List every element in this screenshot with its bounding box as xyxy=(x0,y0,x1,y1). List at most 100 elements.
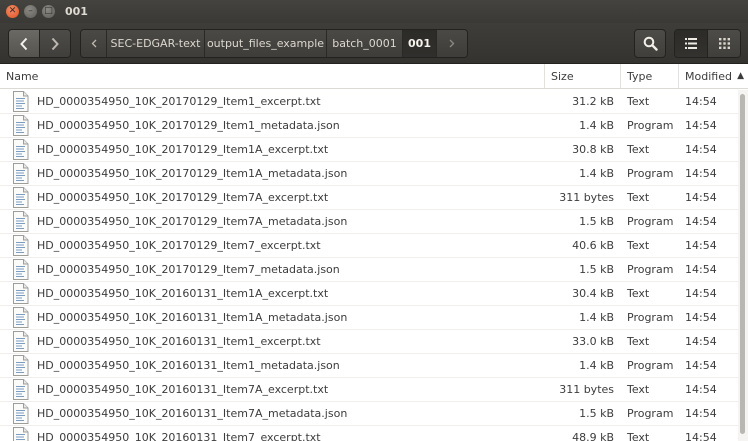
list-view-button[interactable] xyxy=(675,30,708,57)
navigation-buttons xyxy=(8,29,71,58)
file-size: 1.4 kB xyxy=(579,359,614,372)
file-name-cell: HD_0000354950_10K_20160131_Item7_excerpt… xyxy=(0,427,545,441)
path-segment-current-001[interactable]: 001 xyxy=(403,30,437,57)
chevron-right-icon xyxy=(449,39,455,48)
path-scroll-right-button[interactable] xyxy=(437,30,467,57)
close-window-button[interactable]: ✕ xyxy=(6,5,19,18)
file-size: 311 bytes xyxy=(559,383,614,396)
file-size: 1.4 kB xyxy=(579,311,614,324)
column-header-type[interactable]: Type xyxy=(621,64,679,88)
file-name-cell: HD_0000354950_10K_20160131_Item7A_metada… xyxy=(0,403,545,424)
file-modified: 14:54 xyxy=(685,287,717,300)
path-segment-batch-0001[interactable]: batch_0001 xyxy=(327,30,403,57)
file-row[interactable]: HD_0000354950_10K_20170129_Item7_metadat… xyxy=(0,258,738,282)
file-size: 1.4 kB xyxy=(579,167,614,180)
document-icon xyxy=(13,355,29,376)
file-name-cell: HD_0000354950_10K_20170129_Item7A_metada… xyxy=(0,211,545,232)
file-name: HD_0000354950_10K_20160131_Item1A_excerp… xyxy=(37,287,329,300)
file-size: 1.4 kB xyxy=(579,119,614,132)
file-name: HD_0000354950_10K_20170129_Item7_excerpt… xyxy=(37,239,321,252)
file-row[interactable]: HD_0000354950_10K_20160131_Item7A_excerp… xyxy=(0,378,738,402)
file-type: Program xyxy=(627,407,674,420)
file-row[interactable]: HD_0000354950_10K_20170129_Item1_excerpt… xyxy=(0,90,738,114)
forward-button[interactable] xyxy=(40,30,70,57)
file-row[interactable]: HD_0000354950_10K_20170129_Item7_excerpt… xyxy=(0,234,738,258)
document-icon xyxy=(13,283,29,304)
file-type: Text xyxy=(627,287,650,300)
list-view-icon xyxy=(685,38,697,49)
path-scroll-left-button[interactable] xyxy=(81,30,107,57)
maximize-window-button[interactable]: □ xyxy=(42,5,55,18)
maximize-icon: □ xyxy=(44,6,53,16)
file-type: Program xyxy=(627,263,674,276)
file-name: HD_0000354950_10K_20160131_Item1_excerpt… xyxy=(37,335,321,348)
file-size: 1.5 kB xyxy=(579,407,614,420)
search-icon xyxy=(643,36,658,51)
path-segment-sec-edgar-text[interactable]: SEC-EDGAR-text xyxy=(107,30,205,57)
file-modified: 14:54 xyxy=(685,335,717,348)
back-button[interactable] xyxy=(9,30,40,57)
chevron-left-icon xyxy=(20,37,28,50)
document-icon xyxy=(13,259,29,280)
column-header-name[interactable]: Name xyxy=(0,64,545,88)
file-type: Program xyxy=(627,215,674,228)
file-type: Text xyxy=(627,383,650,396)
file-modified: 14:54 xyxy=(685,215,717,228)
file-name: HD_0000354950_10K_20170129_Item7A_metada… xyxy=(37,215,348,228)
file-modified: 14:54 xyxy=(685,239,717,252)
grid-view-button[interactable] xyxy=(708,30,740,57)
document-icon xyxy=(13,331,29,352)
file-row[interactable]: HD_0000354950_10K_20160131_Item7_excerpt… xyxy=(0,426,738,441)
file-name: HD_0000354950_10K_20160131_Item1A_metada… xyxy=(37,311,348,324)
file-name: HD_0000354950_10K_20160131_Item7A_excerp… xyxy=(37,383,329,396)
file-size: 30.8 kB xyxy=(572,143,614,156)
chevron-left-icon xyxy=(91,39,96,48)
file-modified: 14:54 xyxy=(685,119,717,132)
column-header-modified[interactable]: Modified ▲ xyxy=(679,64,748,88)
file-row[interactable]: HD_0000354950_10K_20160131_Item1A_metada… xyxy=(0,306,738,330)
file-row[interactable]: HD_0000354950_10K_20160131_Item7A_metada… xyxy=(0,402,738,426)
document-icon xyxy=(13,163,29,184)
file-size: 1.5 kB xyxy=(579,215,614,228)
document-icon xyxy=(13,427,29,441)
chevron-right-icon xyxy=(51,37,59,50)
file-name: HD_0000354950_10K_20170129_Item1A_metada… xyxy=(37,167,348,180)
scrollbar-thumb[interactable] xyxy=(740,94,745,434)
file-name-cell: HD_0000354950_10K_20160131_Item7A_excerp… xyxy=(0,379,545,400)
file-row[interactable]: HD_0000354950_10K_20170129_Item7A_metada… xyxy=(0,210,738,234)
title-bar[interactable]: ✕ – □ 001 xyxy=(0,0,748,23)
column-header-size[interactable]: Size xyxy=(545,64,621,88)
file-size: 1.5 kB xyxy=(579,263,614,276)
close-icon: ✕ xyxy=(8,6,17,16)
vertical-scrollbar[interactable] xyxy=(738,90,748,441)
view-mode-buttons xyxy=(674,29,741,58)
window-title: 001 xyxy=(65,5,88,18)
file-name-cell: HD_0000354950_10K_20170129_Item7A_excerp… xyxy=(0,187,545,208)
minimize-icon: – xyxy=(28,6,33,16)
file-row[interactable]: HD_0000354950_10K_20170129_Item1_metadat… xyxy=(0,114,738,138)
document-icon xyxy=(13,211,29,232)
file-size: 48.9 kB xyxy=(572,431,614,441)
minimize-window-button[interactable]: – xyxy=(24,5,37,18)
document-icon xyxy=(13,235,29,256)
file-modified: 14:54 xyxy=(685,95,717,108)
file-name: HD_0000354950_10K_20160131_Item7_excerpt… xyxy=(37,431,321,441)
file-type: Program xyxy=(627,311,674,324)
file-type: Text xyxy=(627,335,650,348)
file-name: HD_0000354950_10K_20160131_Item1_metadat… xyxy=(37,359,340,372)
file-row[interactable]: HD_0000354950_10K_20160131_Item1A_excerp… xyxy=(0,282,738,306)
file-row[interactable]: HD_0000354950_10K_20170129_Item7A_excerp… xyxy=(0,186,738,210)
file-size: 31.2 kB xyxy=(572,95,614,108)
file-name-cell: HD_0000354950_10K_20160131_Item1_metadat… xyxy=(0,355,545,376)
path-segment-output-files-example[interactable]: output_files_example xyxy=(205,30,327,57)
file-type: Text xyxy=(627,239,650,252)
file-name: HD_0000354950_10K_20160131_Item7A_metada… xyxy=(37,407,348,420)
file-row[interactable]: HD_0000354950_10K_20170129_Item1A_excerp… xyxy=(0,138,738,162)
file-name-cell: HD_0000354950_10K_20170129_Item7_metadat… xyxy=(0,259,545,280)
search-button[interactable] xyxy=(634,29,666,58)
document-icon xyxy=(13,139,29,160)
file-modified: 14:54 xyxy=(685,311,717,324)
file-row[interactable]: HD_0000354950_10K_20160131_Item1_metadat… xyxy=(0,354,738,378)
file-row[interactable]: HD_0000354950_10K_20160131_Item1_excerpt… xyxy=(0,330,738,354)
file-row[interactable]: HD_0000354950_10K_20170129_Item1A_metada… xyxy=(0,162,738,186)
